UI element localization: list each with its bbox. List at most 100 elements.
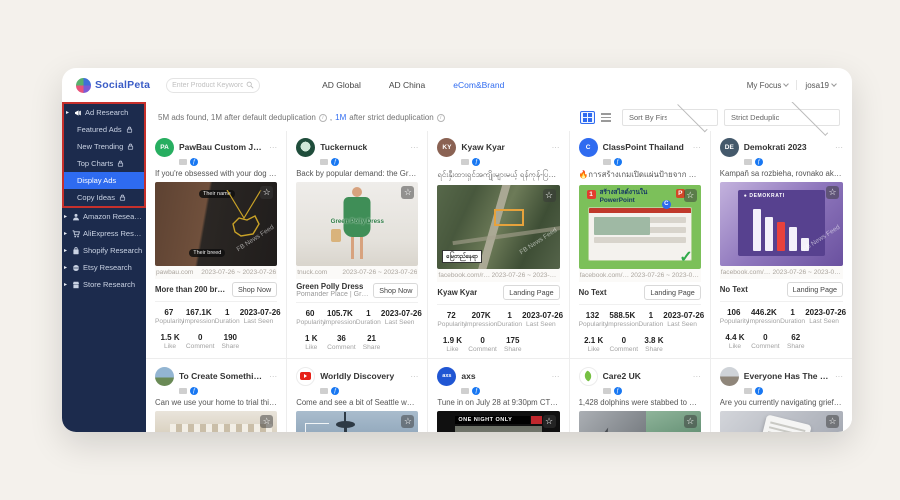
list-view-button[interactable] [601,111,616,124]
shop-now-button[interactable]: Shop Now [373,283,418,298]
logo-pie-icon [76,78,91,93]
sidebar-item-aliexpress-research[interactable]: ▸ AliExpress Research [62,225,146,242]
ad-creative[interactable]: ☆ 1 สร้างสไลด์งานใน PowerPoint P C ✓ [579,185,701,269]
advertiser-domain[interactable]: tnuck.com [297,269,327,276]
favorite-star-icon[interactable]: ☆ [401,415,414,428]
more-menu-icon[interactable]: ··· [693,143,701,152]
landing-page-button[interactable]: Landing Page [787,282,843,297]
advertiser-avatar[interactable] [155,367,174,386]
advertiser-avatar[interactable]: KY [437,138,456,157]
ad-creative[interactable]: ☆ [579,411,701,432]
youtube-play-icon [300,372,311,380]
more-menu-icon[interactable]: ··· [410,143,418,152]
info-icon[interactable]: i [319,114,327,122]
grid-view-button[interactable] [580,111,595,124]
advertiser-name[interactable]: Worldly Discovery [320,371,405,381]
ad-card: KY Kyaw Kyar ··· f ရင်းနှီးထားရှင်အကျိုး… [428,131,569,358]
sort-select[interactable]: Sort By First Seen [622,109,718,126]
info-icon[interactable]: i [437,114,445,122]
creative-banner: ONE NIGHT ONLY [455,417,512,423]
my-focus-menu[interactable]: My Focus [747,81,789,90]
sidebar-item-copy-ideas[interactable]: Copy Ideas [64,189,144,206]
advertiser-domain[interactable]: facebook.com/r1G... [438,272,491,279]
landing-page-button[interactable]: Landing Page [503,285,559,300]
nav-ad-global[interactable]: AD Global [322,80,361,90]
ad-creative[interactable]: ☆ Green Polly Dress [296,182,418,266]
stat-value: 2023-07-26 [381,309,419,318]
sidebar-item-shopify-research[interactable]: ▸ Shopify Research [62,242,146,259]
sidebar-label: Store Research [83,280,135,289]
date-range: 2023-07-26 ~ 2023-07-26 [631,272,700,279]
advertiser-name[interactable]: Care2 UK [603,371,688,381]
logo[interactable]: SocialPeta [76,78,150,93]
ad-creative[interactable]: ☆ ● DEMOKRATI FB News Feed [720,182,843,266]
more-menu-icon[interactable]: ··· [835,143,843,152]
product-search[interactable] [166,78,260,93]
sidebar-item-ad-research[interactable]: ▸ Ad Research [64,104,144,121]
more-menu-icon[interactable]: ··· [410,372,418,381]
more-menu-icon[interactable]: ··· [269,372,277,381]
stat-value: 0 [468,336,498,345]
more-menu-icon[interactable]: ··· [269,143,277,152]
advertiser-name[interactable]: Demokrati 2023 [744,142,830,152]
favorite-star-icon[interactable]: ☆ [543,189,556,202]
advertiser-domain[interactable]: facebook.com/10... [721,269,773,276]
favorite-star-icon[interactable]: ☆ [260,186,273,199]
ad-creative[interactable]: ☆ [720,411,843,432]
sidebar-item-amazon-research[interactable]: ▸ Amazon Research [62,208,146,225]
advertiser-name[interactable]: PawBau Custom Jewelry [179,142,264,152]
dedup-select[interactable]: Strict Deduplication [724,109,840,126]
ad-creative[interactable]: ☆ Their name Their breed FB News Feed [155,182,277,266]
user-menu[interactable]: josa19 [805,81,836,90]
sidebar-item-etsy-research[interactable]: ▸ Etsy Research [62,259,146,276]
advertiser-avatar[interactable] [720,367,739,386]
ad-creative[interactable]: ☆ ONE NIGHT ONLY [437,411,559,432]
advertiser-avatar[interactable]: axs [437,367,456,386]
advertiser-name[interactable]: Kyaw Kyar [461,142,546,152]
favorite-star-icon[interactable]: ☆ [684,415,697,428]
advertiser-avatar[interactable] [579,367,598,386]
landing-page-button[interactable]: Landing Page [644,285,700,300]
favorite-star-icon[interactable]: ☆ [260,415,273,428]
advertiser-name[interactable]: ClassPoint Thailand [603,142,688,152]
favorite-star-icon[interactable]: ☆ [826,186,839,199]
sidebar-item-store-research[interactable]: ▸ Store Research [62,276,146,293]
shop-now-button[interactable]: Shop Now [232,282,277,297]
ad-creative[interactable]: ☆ [155,411,277,432]
nav-ecom-brand[interactable]: eCom&Brand [453,80,504,90]
advertiser-avatar[interactable]: DE [720,138,739,157]
strict-dedup-count-link[interactable]: 1M [335,113,346,122]
nav-ad-china[interactable]: AD China [389,80,425,90]
stat-value: 36 [326,334,356,343]
advertiser-domain[interactable]: facebook.com/11... [580,272,631,279]
stat-label: Duration [497,321,522,328]
stat-label: Comment [326,344,356,351]
advertiser-domain[interactable]: pawbau.com [156,269,193,276]
more-menu-icon[interactable]: ··· [693,372,701,381]
ad-creative[interactable]: ☆ SEATTLE WASHINGTON [296,411,418,432]
advertiser-avatar[interactable] [296,138,315,157]
sidebar-item-display-ads[interactable]: Display Ads [64,172,144,189]
advertiser-name[interactable]: Everyone Has The Freedom To... [744,371,830,381]
favorite-star-icon[interactable]: ☆ [684,189,697,202]
favorite-star-icon[interactable]: ☆ [543,415,556,428]
advertiser-avatar[interactable] [296,367,315,386]
sidebar-item-new-trending[interactable]: New Trending [64,138,144,155]
ad-creative[interactable]: ☆ မြေတည်နေရာ FB News Feed [437,185,559,269]
sidebar-item-top-charts[interactable]: Top Charts [64,155,144,172]
stat-value: 4.4 K [720,333,750,342]
more-menu-icon[interactable]: ··· [552,143,560,152]
sidebar-label: Etsy Research [83,263,132,272]
advertiser-avatar[interactable]: C [579,138,598,157]
more-menu-icon[interactable]: ··· [835,372,843,381]
search-input[interactable] [172,82,243,89]
advertiser-avatar[interactable]: PA [155,138,174,157]
advertiser-name[interactable]: Tuckernuck [320,142,405,152]
favorite-star-icon[interactable]: ☆ [826,415,839,428]
chevron-down-icon [677,102,707,132]
advertiser-name[interactable]: To Create Something Exceptio... [179,371,264,381]
advertiser-name[interactable]: axs [461,371,546,381]
favorite-star-icon[interactable]: ☆ [401,186,414,199]
sidebar-item-featured-ads[interactable]: Featured Ads [64,121,144,138]
more-menu-icon[interactable]: ··· [552,372,560,381]
